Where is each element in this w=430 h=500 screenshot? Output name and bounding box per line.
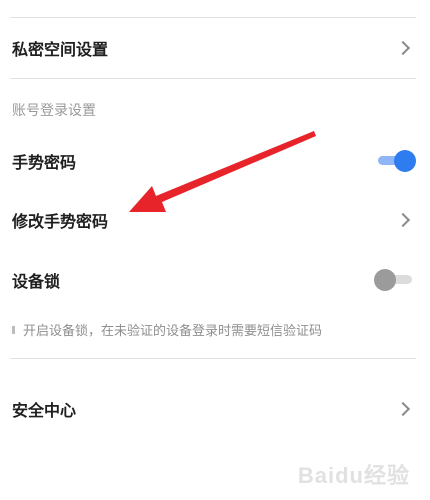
device-lock-hint: 开启设备锁，在未验证的设备登录时需要短信验证码 (12, 320, 322, 339)
gesture-password-row: 手势密码 (0, 136, 430, 186)
toggle-knob (394, 150, 416, 172)
baidu-watermark: Baidu经验 (297, 463, 410, 488)
private-space-settings-label: 私密空间设置 (12, 42, 109, 59)
gesture-password-toggle[interactable] (374, 150, 416, 172)
gesture-password-label: 手势密码 (12, 155, 77, 172)
chevron-right-icon (395, 40, 411, 56)
security-center-label: 安全中心 (12, 403, 77, 420)
divider-before-security-center (10, 358, 416, 359)
chevron-right-icon (395, 401, 411, 417)
device-lock-label: 设备锁 (12, 274, 61, 291)
private-space-settings-row[interactable]: 私密空间设置 (0, 23, 430, 73)
security-center-row[interactable]: 安全中心 (0, 384, 430, 434)
device-lock-hint-text: 开启设备锁，在未验证的设备登录时需要短信验证码 (23, 323, 323, 338)
hint-bullet-icon (12, 325, 15, 334)
device-lock-row: 设备锁 (0, 255, 430, 305)
account-login-settings-section-title: 账号登录设置 (12, 102, 96, 118)
modify-gesture-password-label: 修改手势密码 (12, 214, 109, 231)
toggle-knob (374, 269, 396, 291)
device-lock-toggle[interactable] (374, 269, 416, 291)
divider-after-private-space (10, 78, 416, 79)
modify-gesture-password-row[interactable]: 修改手势密码 (0, 195, 430, 245)
chevron-right-icon (395, 212, 411, 228)
divider-top (10, 17, 416, 18)
